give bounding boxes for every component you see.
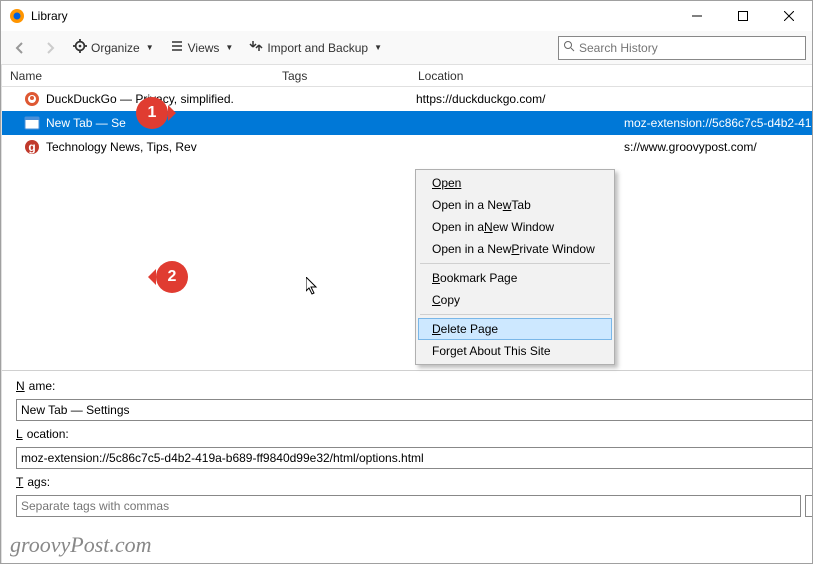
import-icon	[249, 39, 263, 56]
close-button[interactable]	[766, 1, 812, 31]
row-location: s://www.groovypost.com/	[410, 140, 812, 154]
library-window: Library Organize▼ Views▼ Import and Back…	[0, 0, 813, 564]
location-input[interactable]	[16, 447, 812, 469]
favicon-ddg	[24, 91, 40, 107]
ctx-open-private-window[interactable]: Open in a New Private Window	[418, 238, 612, 260]
row-location: moz-extension://5c86c7c5-d4b2-419a-…	[410, 116, 812, 130]
callout-2: 2	[156, 261, 188, 293]
views-label: Views	[188, 41, 220, 55]
import-label: Import and Backup	[267, 41, 368, 55]
separator	[420, 314, 610, 315]
gear-icon	[73, 39, 87, 56]
name-input[interactable]	[16, 399, 812, 421]
column-headers: Name Tags Location	[2, 65, 812, 87]
history-row-selected[interactable]: New Tab — Se moz-extension://5c86c7c5-d4…	[2, 111, 812, 135]
app-icon	[9, 8, 25, 24]
organize-label: Organize	[91, 41, 140, 55]
history-row[interactable]: DuckDuckGo — Privacy, simplified. https:…	[2, 87, 812, 111]
ctx-forget-site[interactable]: Forget About This Site	[418, 340, 612, 362]
back-button[interactable]	[7, 35, 33, 61]
tags-label: Tags:	[16, 475, 812, 489]
search-box[interactable]	[558, 36, 806, 60]
row-title: Technology News, Tips, Rev	[46, 140, 197, 154]
separator	[420, 263, 610, 264]
minimize-button[interactable]	[674, 1, 720, 31]
ctx-open[interactable]: Open	[418, 172, 612, 194]
ctx-delete-page[interactable]: Delete Page	[418, 318, 612, 340]
forward-button[interactable]	[37, 35, 63, 61]
favicon-gp: g	[24, 139, 40, 155]
content-pane: Name Tags Location DuckDuckGo — Privacy,…	[2, 65, 812, 563]
column-tags[interactable]: Tags	[274, 69, 410, 83]
history-row[interactable]: g Technology News, Tips, Rev s://www.groo…	[2, 135, 812, 159]
search-input[interactable]	[575, 41, 801, 55]
list-icon	[170, 39, 184, 56]
ctx-open-new-tab[interactable]: Open in a New Tab	[418, 194, 612, 216]
row-location: https://duckduckgo.com/	[410, 92, 812, 106]
column-name[interactable]: Name	[2, 69, 274, 83]
history-rows: DuckDuckGo — Privacy, simplified. https:…	[2, 87, 812, 159]
column-location[interactable]: Location	[410, 69, 812, 83]
maximize-button[interactable]	[720, 1, 766, 31]
toolbar: Organize▼ Views▼ Import and Backup▼	[1, 31, 812, 65]
name-label: Name:	[16, 379, 812, 393]
row-title: New Tab — Se	[46, 116, 126, 130]
location-label: Location:	[16, 427, 812, 441]
views-menu[interactable]: Views▼	[164, 36, 240, 59]
ctx-open-new-window[interactable]: Open in a New Window	[418, 216, 612, 238]
tags-input[interactable]	[16, 495, 801, 517]
favicon-newtab	[24, 115, 40, 131]
import-backup-menu[interactable]: Import and Backup▼	[243, 36, 388, 59]
window-title: Library	[31, 9, 674, 23]
svg-text:g: g	[28, 140, 35, 154]
tags-dropdown-button[interactable]	[805, 495, 812, 517]
organize-menu[interactable]: Organize▼	[67, 36, 160, 59]
context-menu: Open Open in a New Tab Open in a New Win…	[415, 169, 615, 365]
ctx-bookmark-page[interactable]: Bookmark Page	[418, 267, 612, 289]
search-icon	[563, 40, 575, 55]
main-area: ⌄ History Today Yesterday Last 7 days Fe…	[1, 65, 812, 563]
ctx-copy[interactable]: Copy	[418, 289, 612, 311]
cursor-icon	[306, 277, 320, 297]
titlebar: Library	[1, 1, 812, 31]
callout-1: 1	[136, 97, 168, 129]
watermark: groovyPost.com	[10, 532, 152, 558]
